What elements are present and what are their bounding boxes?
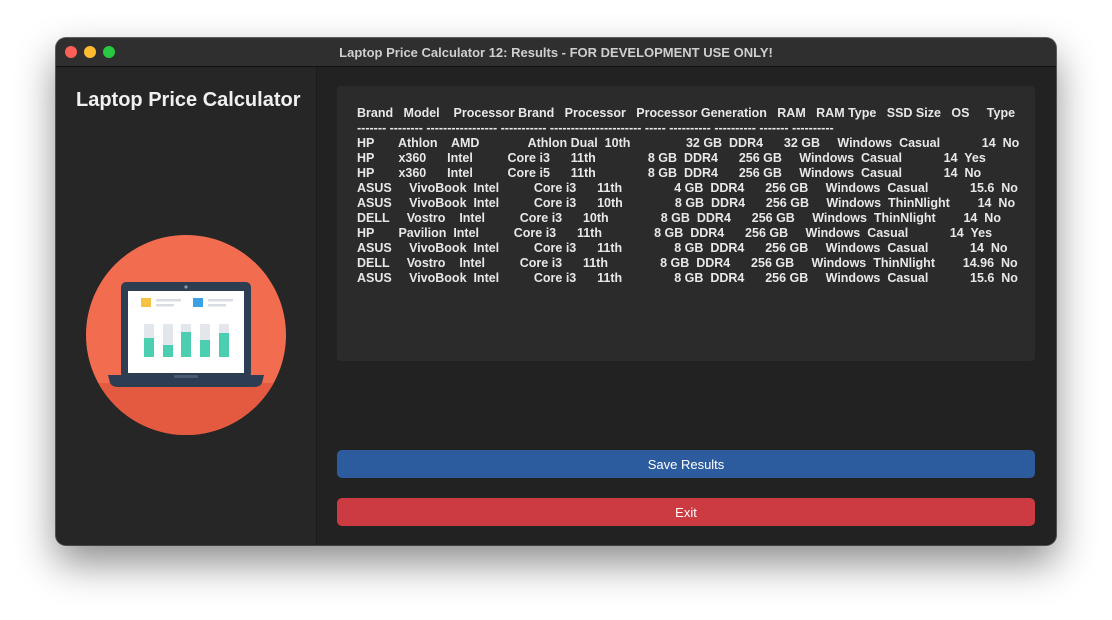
results-row: ASUS VivoBook Intel Core i3 10th 8 GB DD… — [357, 196, 1016, 210]
exit-button[interactable]: Exit — [337, 498, 1035, 526]
results-row: ASUS VivoBook Intel Core i3 11th 8 GB DD… — [357, 271, 1018, 285]
results-row: ASUS VivoBook Intel Core i3 11th 8 GB DD… — [357, 241, 1008, 255]
results-separator: ------- -------- ----------------- -----… — [357, 121, 834, 135]
results-textbox[interactable]: Brand Model Processor Brand Processor Pr… — [337, 86, 1035, 361]
laptop-chart-icon — [86, 235, 286, 435]
results-header: Brand Model Processor Brand Processor Pr… — [357, 106, 1016, 120]
results-row: HP x360 Intel Core i3 11th 8 GB DDR4 256… — [357, 151, 986, 165]
results-row: HP x360 Intel Core i5 11th 8 GB DDR4 256… — [357, 166, 982, 180]
app-window: Laptop Price Calculator 12: Results - FO… — [56, 38, 1056, 545]
main-panel: Brand Model Processor Brand Processor Pr… — [317, 67, 1056, 545]
app-name: Laptop Price Calculator — [76, 89, 301, 111]
results-row: HP Pavilion Intel Core i3 11th 8 GB DDR4… — [357, 226, 993, 240]
results-row: ASUS VivoBook Intel Core i3 11th 4 GB DD… — [357, 181, 1018, 195]
window-title: Laptop Price Calculator 12: Results - FO… — [339, 45, 773, 60]
save-results-button[interactable]: Save Results — [337, 450, 1035, 478]
results-table: Brand Model Processor Brand Processor Pr… — [357, 106, 1019, 286]
results-row: HP Athlon AMD Athlon Dual 10th 32 GB DDR… — [357, 136, 1020, 150]
results-row: DELL Vostro Intel Core i3 11th 8 GB DDR4… — [357, 256, 1018, 270]
sidebar: Laptop Price Calculator — [56, 67, 317, 545]
title-bar: Laptop Price Calculator 12: Results - FO… — [56, 38, 1056, 67]
results-row: DELL Vostro Intel Core i3 10th 8 GB DDR4… — [357, 211, 1001, 225]
